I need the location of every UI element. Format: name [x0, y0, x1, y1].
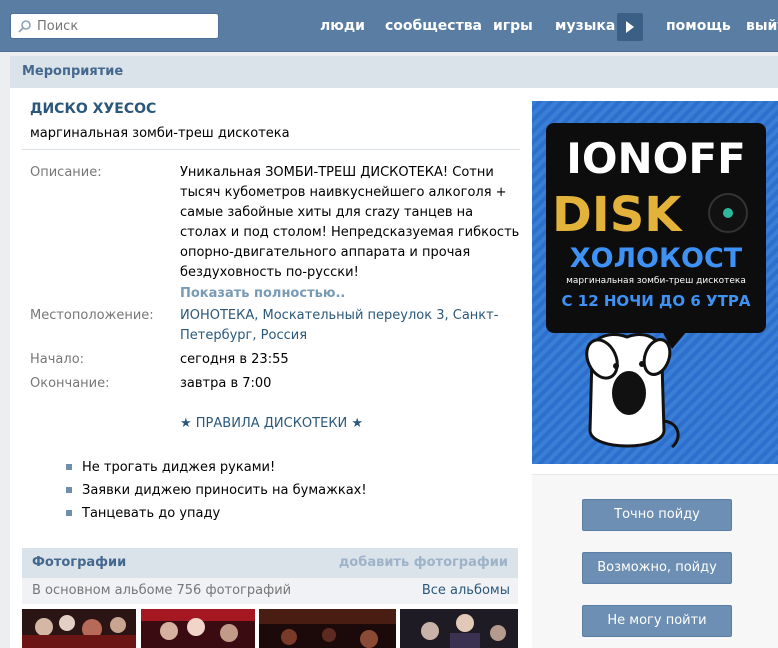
rules-list: Не трогать диджея руками! Заявки диджею … [66, 456, 367, 525]
nav-logout[interactable]: выйти [746, 0, 778, 52]
list-item: Заявки диджею приносить на бумажках! [66, 479, 367, 502]
nav-communities[interactable]: сообщества [385, 0, 482, 52]
start-label: Начало: [30, 352, 85, 367]
photo-count: В основном альбоме 756 фотографий [32, 583, 292, 598]
description-label: Описание: [30, 165, 102, 180]
nav-music[interactable]: музыка [555, 0, 615, 52]
maybe-button[interactable]: Возможно, пойду [582, 552, 732, 584]
photo-thumbnail[interactable] [400, 609, 518, 648]
event-subtitle: маргинальная зомби-треш дискотека [30, 126, 290, 141]
poster-line1: IONOFF [566, 134, 746, 183]
photos-header: Фотографии добавить фотографии [22, 548, 518, 578]
bullet-icon [66, 487, 72, 493]
event-poster: IONOFF DISK ХОЛОКОСТ маргинальная зомби-… [532, 101, 778, 464]
nav-help[interactable]: помощь [666, 0, 731, 52]
event-end: завтра в 7:00 [180, 376, 272, 391]
page-header: Мероприятие [10, 56, 778, 88]
event-start: сегодня в 23:55 [180, 352, 289, 367]
photo-thumbnail[interactable] [141, 609, 255, 648]
event-title: ДИСКО ХУЕСОС [30, 101, 157, 117]
divider [22, 149, 520, 150]
search-input[interactable] [37, 17, 212, 35]
going-button[interactable]: Точно пойду [582, 499, 732, 531]
search-box[interactable] [10, 13, 219, 39]
add-photos-link[interactable]: добавить фотографии [339, 555, 508, 570]
page-title: Мероприятие [22, 64, 124, 79]
photo-thumbnail[interactable] [259, 609, 396, 648]
poster-tagline: маргинальная зомби-треш дискотека [566, 276, 746, 286]
rule-text: Не трогать диджея руками! [82, 460, 276, 475]
dog-illustration [585, 332, 680, 449]
bullet-icon [66, 510, 72, 516]
event-location-link[interactable]: ИОНОТЕКА, Москательный переулок 3, Санкт… [180, 306, 500, 346]
list-item: Танцевать до упаду [66, 502, 367, 525]
poster-line2: DISK [552, 187, 683, 243]
location-label: Местоположение: [30, 308, 154, 323]
search-icon [17, 19, 33, 35]
poster-time: С 12 НОЧИ ДО 6 УТРА [562, 292, 751, 310]
list-item: Не трогать диджея руками! [66, 456, 367, 479]
rules-title: ★ ПРАВИЛА ДИСКОТЕКИ ★ [180, 416, 364, 431]
bullet-icon [66, 464, 72, 470]
play-icon[interactable] [617, 13, 643, 41]
album-info: В основном альбоме 756 фотографий Все ал… [22, 578, 518, 604]
photos-title[interactable]: Фотографии [32, 555, 126, 570]
rule-text: Танцевать до упаду [82, 506, 221, 521]
nav-people[interactable]: люди [320, 0, 365, 52]
rule-text: Заявки диджею приносить на бумажках! [82, 483, 367, 498]
show-more-link[interactable]: Показать полностью.. [180, 286, 345, 301]
all-albums-link[interactable]: Все альбомы [422, 583, 510, 598]
not-going-button[interactable]: Не могу пойти [582, 605, 732, 637]
nav-games[interactable]: игры [493, 0, 533, 52]
poster-line3: ХОЛОКОСТ [570, 243, 743, 274]
end-label: Окончание: [30, 376, 110, 391]
event-description: Уникальная ЗОМБИ-ТРЕШ ДИСКОТЕКА! Сотни т… [180, 165, 520, 280]
top-bar: люди сообщества игры музыка помощь выйти [0, 0, 778, 52]
photo-thumbnail[interactable] [22, 609, 136, 648]
